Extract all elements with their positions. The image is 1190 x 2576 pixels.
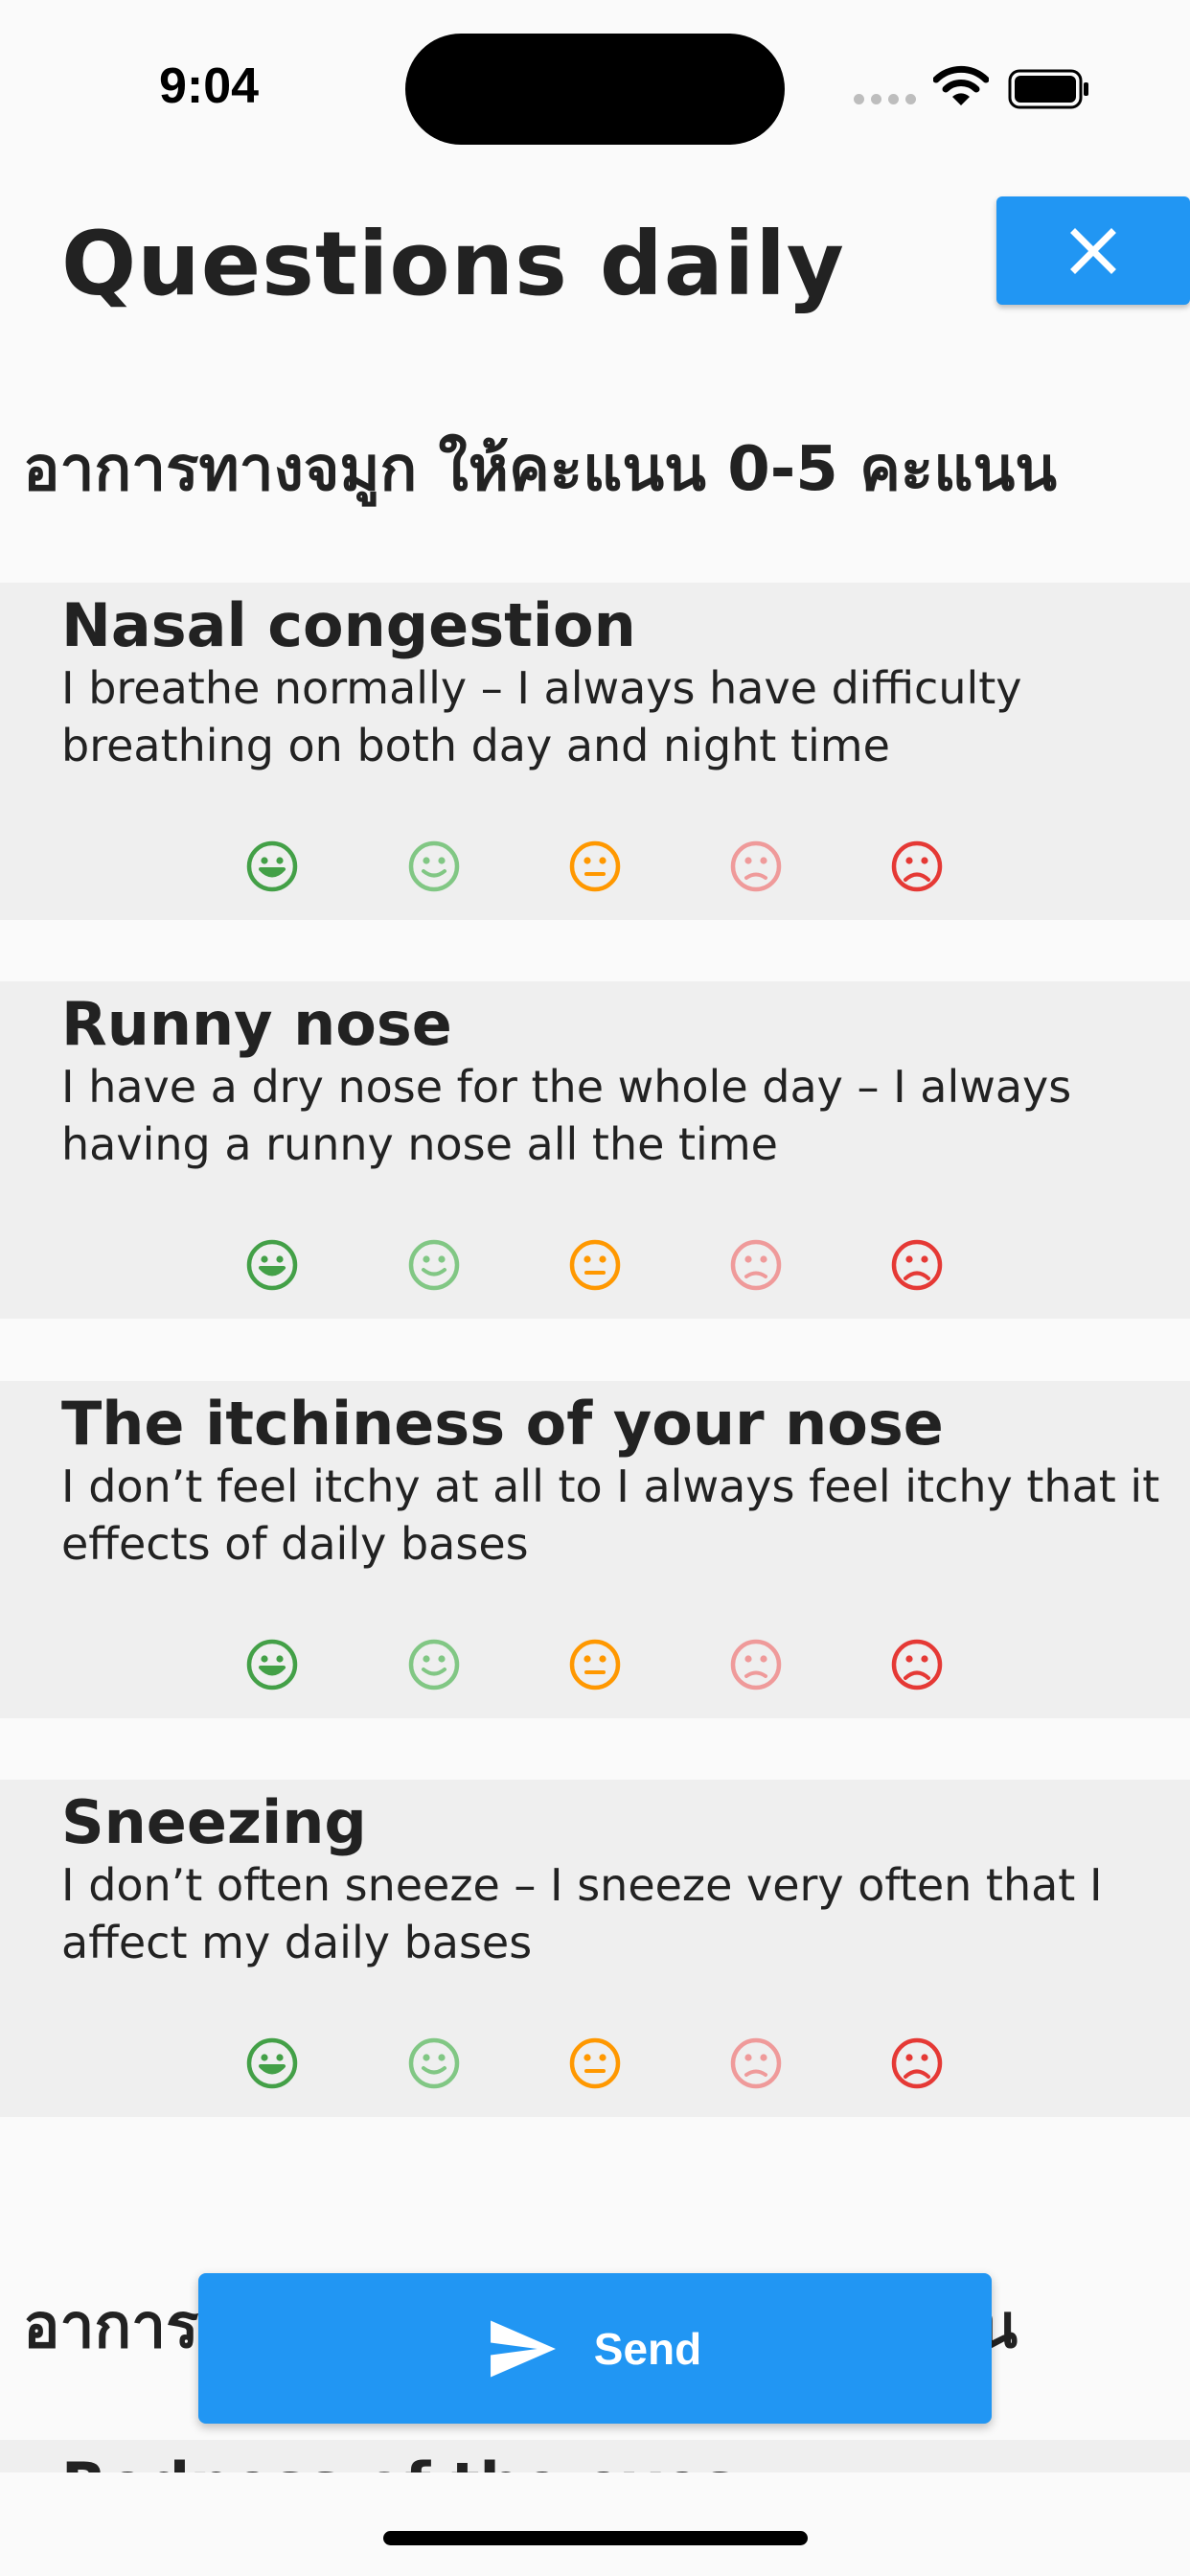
very-sad-face-icon[interactable] (890, 1638, 944, 1691)
close-icon (1070, 227, 1116, 274)
question-title: Nasal congestion (61, 590, 636, 660)
happy-face-icon[interactable] (407, 1238, 461, 1292)
page-title: Questions daily (61, 213, 845, 315)
happy-face-icon[interactable] (407, 2036, 461, 2090)
sad-face-icon[interactable] (729, 2036, 783, 2090)
question-title: Runny nose (61, 989, 452, 1059)
neutral-face-icon[interactable] (568, 1638, 622, 1691)
neutral-face-icon[interactable] (568, 840, 622, 893)
dynamic-island (405, 34, 785, 145)
very-happy-face-icon[interactable] (245, 840, 299, 893)
bottom-safe-area (0, 2472, 1190, 2576)
send-button-label: Send (593, 2323, 702, 2374)
question-title: Sneezing (61, 1787, 367, 1857)
question-title: The itchiness of your nose (61, 1389, 944, 1459)
question-description: I don’t often sneeze – I sneeze very oft… (61, 1859, 1103, 1968)
question-card-eye-redness: Redness of the eyes (0, 2440, 1190, 2472)
very-happy-face-icon[interactable] (245, 1638, 299, 1691)
cellular-signal-icon (854, 94, 916, 104)
battery-icon (1008, 69, 1088, 109)
happy-face-icon[interactable] (407, 1638, 461, 1691)
very-happy-face-icon[interactable] (245, 1238, 299, 1292)
very-sad-face-icon[interactable] (890, 1238, 944, 1292)
status-time: 9:04 (159, 58, 260, 114)
very-sad-face-icon[interactable] (890, 2036, 944, 2090)
sad-face-icon[interactable] (729, 1638, 783, 1691)
sad-face-icon[interactable] (729, 1238, 783, 1292)
send-button[interactable]: Send (198, 2273, 992, 2424)
happy-face-icon[interactable] (407, 840, 461, 893)
question-description: I have a dry nose for the whole day – I … (61, 1061, 1072, 1170)
wifi-icon (933, 65, 989, 105)
very-sad-face-icon[interactable] (890, 840, 944, 893)
question-description: I breathe normally – I always have diffi… (61, 662, 1022, 771)
neutral-face-icon[interactable] (568, 2036, 622, 2090)
question-card-itchiness: The itchiness of your nose I don’t feel … (0, 1381, 1190, 1718)
question-card-sneezing: Sneezing I don’t often sneeze – I sneeze… (0, 1780, 1190, 2117)
close-button[interactable] (996, 196, 1190, 305)
question-card-runny-nose: Runny nose I have a dry nose for the who… (0, 981, 1190, 1319)
section-heading-nose: อาการทางจมูก ให้คะแนน 0-5 คะแนน (23, 434, 1058, 505)
status-bar: 9:04 (0, 0, 1190, 172)
question-description: I don’t feel itchy at all to I always fe… (61, 1460, 1160, 1570)
sad-face-icon[interactable] (729, 840, 783, 893)
send-icon (490, 2319, 556, 2378)
home-indicator[interactable] (383, 2531, 808, 2545)
question-card-nasal-congestion: Nasal congestion I breathe normally – I … (0, 583, 1190, 920)
very-happy-face-icon[interactable] (245, 2036, 299, 2090)
neutral-face-icon[interactable] (568, 1238, 622, 1292)
question-title: Redness of the eyes (61, 2450, 738, 2472)
